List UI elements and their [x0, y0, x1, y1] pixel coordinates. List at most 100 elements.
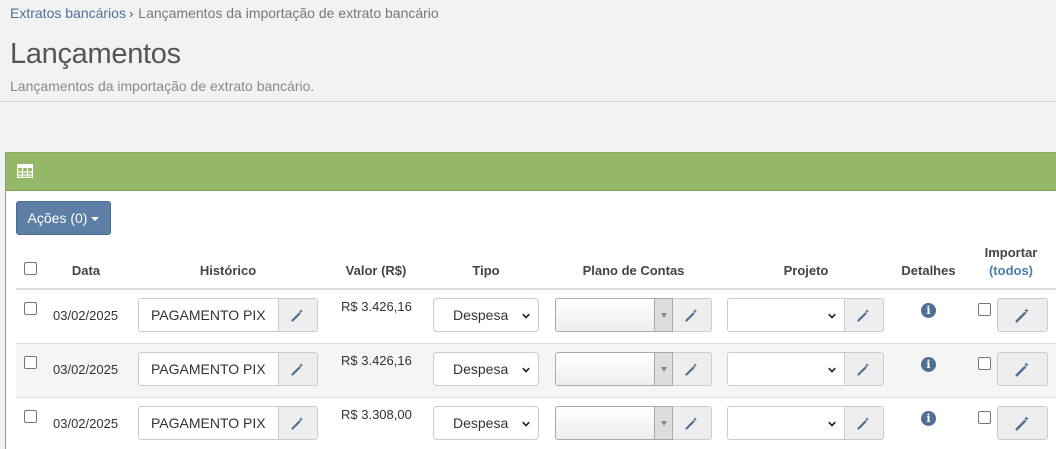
magic-wand-icon: [857, 363, 870, 376]
plano-de-contas-select[interactable]: [555, 352, 673, 386]
import-magic-button[interactable]: [997, 298, 1048, 332]
projeto-input-group: [727, 298, 884, 332]
plano-magic-button[interactable]: [673, 406, 712, 440]
import-magic-button[interactable]: [997, 352, 1048, 386]
tipo-select[interactable]: Despesa: [433, 406, 539, 440]
plano-input-group: [555, 298, 712, 332]
projeto-magic-button[interactable]: [845, 406, 884, 440]
projeto-input-group: [727, 406, 884, 440]
plano-de-contas-select[interactable]: [555, 298, 673, 332]
page-subtitle: Lançamentos da importação de extrato ban…: [10, 78, 315, 94]
row-select-checkbox[interactable]: [24, 302, 37, 315]
import-all-link[interactable]: (todos): [976, 263, 1046, 278]
select-all-checkbox[interactable]: [24, 262, 37, 275]
plano-input-group: [555, 352, 712, 386]
triangle-down-icon: [660, 312, 667, 318]
column-header-historico[interactable]: Histórico: [178, 263, 278, 278]
plano-de-contas-select[interactable]: [555, 406, 673, 440]
magic-wand-icon: [685, 363, 698, 376]
projeto-select[interactable]: [727, 352, 845, 386]
column-header-valor[interactable]: Valor (R$): [331, 263, 421, 278]
historico-input-group: PAGAMENTO PIX: [138, 406, 318, 440]
projeto-input-group: [727, 352, 884, 386]
magic-wand-icon: [857, 309, 870, 322]
row-select-checkbox[interactable]: [24, 410, 37, 423]
breadcrumb: Extratos bancários › Lançamentos da import…: [10, 5, 439, 21]
chevron-down-icon: [828, 367, 836, 373]
magic-wand-icon: [291, 363, 304, 376]
table-icon: [17, 164, 33, 178]
historico-input[interactable]: PAGAMENTO PIX: [138, 406, 279, 440]
projeto-select[interactable]: [727, 406, 845, 440]
historico-input[interactable]: PAGAMENTO PIX: [138, 298, 279, 332]
column-header-tipo[interactable]: Tipo: [461, 263, 511, 278]
plano-select-arrow: [654, 299, 672, 331]
magic-wand-icon: [857, 417, 870, 430]
magic-wand-icon: [1014, 416, 1029, 431]
row-date: 03/02/2025: [53, 308, 119, 323]
tipo-select-value: Despesa: [453, 361, 509, 377]
projeto-magic-button[interactable]: [845, 352, 884, 386]
row-date: 03/02/2025: [53, 416, 119, 431]
magic-wand-icon: [1014, 362, 1029, 377]
tipo-select-value: Despesa: [453, 415, 509, 431]
chevron-down-icon: [522, 367, 530, 373]
column-header-detalhes: Detalhes: [901, 263, 956, 278]
import-row-checkbox[interactable]: [978, 411, 991, 424]
chevron-down-icon: [522, 313, 530, 319]
historico-input[interactable]: PAGAMENTO PIX: [138, 352, 279, 386]
chevron-down-icon: [828, 421, 836, 427]
panel-header: [6, 153, 1056, 191]
tipo-select-value: Despesa: [453, 307, 509, 323]
column-header-plano-de-contas[interactable]: Plano de Contas: [571, 263, 696, 278]
statement-panel: Ações (0) Data Histórico Valor (R$) Tipo…: [5, 152, 1056, 449]
triangle-down-icon: [660, 366, 667, 372]
magic-wand-icon: [291, 417, 304, 430]
column-header-data[interactable]: Data: [61, 263, 111, 278]
magic-wand-icon: [1014, 308, 1029, 323]
magic-wand-icon: [685, 417, 698, 430]
historico-magic-button[interactable]: [279, 406, 318, 440]
historico-input-group: PAGAMENTO PIX: [138, 298, 318, 332]
plano-input-group: [555, 406, 712, 440]
actions-button-label: Ações (0): [27, 210, 88, 226]
import-magic-button[interactable]: [997, 406, 1048, 440]
tipo-select[interactable]: Despesa: [433, 352, 539, 386]
chevron-down-icon: [828, 313, 836, 319]
plano-magic-button[interactable]: [673, 298, 712, 332]
info-icon[interactable]: i: [921, 411, 936, 426]
projeto-magic-button[interactable]: [845, 298, 884, 332]
row-divider: [16, 397, 1056, 398]
row-select-checkbox[interactable]: [24, 356, 37, 369]
breadcrumb-link-extratos[interactable]: Extratos bancários: [10, 5, 126, 21]
breadcrumb-separator: ›: [128, 6, 134, 21]
magic-wand-icon: [291, 309, 304, 322]
import-row-checkbox[interactable]: [978, 357, 991, 370]
plano-select-arrow: [654, 353, 672, 385]
import-row-checkbox[interactable]: [978, 303, 991, 316]
column-header-importar: Importar: [984, 245, 1038, 260]
projeto-select[interactable]: [727, 298, 845, 332]
row-date: 03/02/2025: [53, 362, 119, 377]
row-value: R$ 3.426,16: [341, 353, 412, 368]
plano-select-arrow: [654, 407, 672, 439]
caret-down-icon: [91, 217, 100, 222]
tipo-select[interactable]: Despesa: [433, 298, 539, 332]
historico-magic-button[interactable]: [279, 298, 318, 332]
page-title: Lançamentos: [10, 38, 181, 70]
chevron-down-icon: [522, 421, 530, 427]
triangle-down-icon: [660, 420, 667, 426]
info-icon[interactable]: i: [921, 357, 936, 372]
magic-wand-icon: [685, 309, 698, 322]
row-value: R$ 3.308,00: [341, 407, 412, 422]
historico-input-group: PAGAMENTO PIX: [138, 352, 318, 386]
breadcrumb-current: Lançamentos da importação de extrato ban…: [138, 5, 439, 21]
column-header-projeto[interactable]: Projeto: [771, 263, 841, 278]
historico-magic-button[interactable]: [279, 352, 318, 386]
row-value: R$ 3.426,16: [341, 299, 412, 314]
info-icon[interactable]: i: [921, 303, 936, 318]
header-divider: [0, 101, 1056, 102]
table-header-divider: [16, 288, 1056, 290]
actions-dropdown-button[interactable]: Ações (0): [16, 201, 111, 235]
plano-magic-button[interactable]: [673, 352, 712, 386]
